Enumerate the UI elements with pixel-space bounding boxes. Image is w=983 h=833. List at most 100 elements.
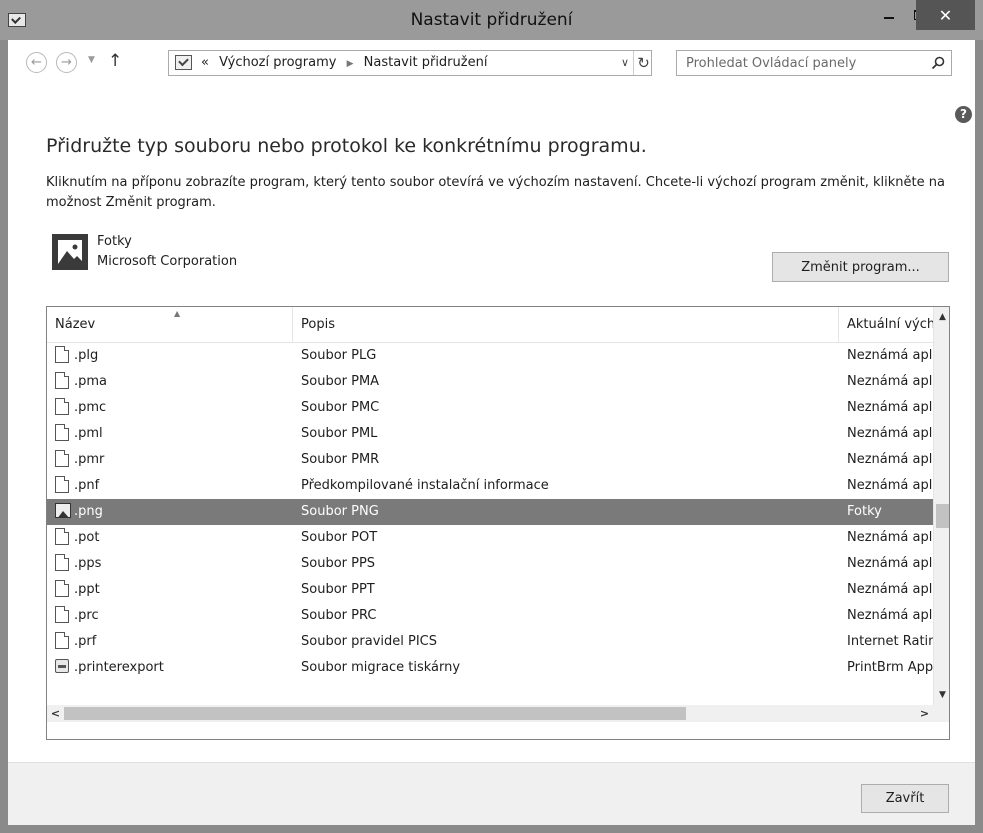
cell-description: Soubor PML <box>301 426 378 441</box>
horizontal-scroll-thumb[interactable] <box>64 707 686 720</box>
column-header-name[interactable]: Název ▲ <box>47 307 293 342</box>
cell-current-default: Neznámá aplikace <box>847 478 933 493</box>
scroll-left-icon[interactable]: < <box>47 705 64 722</box>
client-area: ← → ▼ ↑ « Výchozí programy ▶ Nastavit př… <box>8 40 975 825</box>
list-row[interactable]: .png Soubor PNG Fotky <box>47 499 933 525</box>
up-button[interactable]: ↑ <box>108 51 122 71</box>
list-row[interactable]: .pps Soubor PPS Neznámá aplikace <box>47 551 933 577</box>
extension-label: .pnf <box>74 478 100 493</box>
list-row[interactable]: .plg Soubor PLG Neznámá aplikace <box>47 343 933 369</box>
help-icon[interactable]: ? <box>955 106 972 123</box>
list-row[interactable]: .ppt Soubor PPT Neznámá aplikace <box>47 577 933 603</box>
cell-current-default: Neznámá aplikace <box>847 556 933 571</box>
file-icon <box>55 397 69 415</box>
extension-label: .printerexport <box>74 660 164 675</box>
breadcrumb-item-set-associations[interactable]: Nastavit přidružení <box>364 55 488 70</box>
cell-description: Předkompilované instalační informace <box>301 478 549 493</box>
file-icon <box>55 423 69 441</box>
cell-extension: .pmr <box>55 447 293 473</box>
address-dropdown-icon[interactable]: ∨ <box>621 56 629 69</box>
sort-ascending-icon: ▲ <box>174 309 181 318</box>
column-header-description[interactable]: Popis <box>293 307 839 342</box>
column-header-description-label: Popis <box>301 317 335 332</box>
forward-arrow-icon: → <box>61 55 72 70</box>
cell-extension: .pml <box>55 421 293 447</box>
cell-current-default: Neznámá aplikace <box>847 582 933 597</box>
vertical-scrollbar[interactable]: ▲ ▼ <box>933 307 949 705</box>
search-box[interactable] <box>676 50 952 76</box>
vertical-scroll-thumb[interactable] <box>936 504 949 528</box>
extension-label: .pmr <box>74 452 105 467</box>
list-row[interactable]: .pnf Předkompilované instalační informace… <box>47 473 933 499</box>
cell-extension: .png <box>55 499 293 525</box>
page-description: Kliknutím na příponu zobrazíte program, … <box>46 175 945 210</box>
file-icon <box>55 371 69 389</box>
list-row[interactable]: .prf Soubor pravidel PICS Internet Ratings <box>47 629 933 655</box>
extension-label: .prf <box>74 634 97 649</box>
minimize-button[interactable] <box>872 0 906 30</box>
recent-locations-button[interactable]: ▼ <box>88 55 95 65</box>
extension-label: .pma <box>74 374 108 389</box>
cell-current-default: Neznámá aplikace <box>847 374 933 389</box>
list-row[interactable]: .pot Soubor POT Neznámá aplikace <box>47 525 933 551</box>
page-title: Přidružte typ souboru nebo protokol ke k… <box>46 135 647 157</box>
search-input[interactable] <box>677 51 921 75</box>
horizontal-scrollbar[interactable]: < > <box>47 705 949 722</box>
file-icon <box>55 345 69 363</box>
close-window-button[interactable]: ✕ <box>916 0 975 30</box>
breadcrumb-item-default-programs[interactable]: Výchozí programy <box>219 55 336 70</box>
file-icon <box>55 579 69 597</box>
cell-extension: .pma <box>55 369 293 395</box>
cell-extension: .printerexport <box>55 655 293 681</box>
cell-description: Soubor POT <box>301 530 378 545</box>
list-row[interactable]: .prc Soubor PRC Neznámá aplikace <box>47 603 933 629</box>
control-panel-icon <box>175 55 192 70</box>
list-row[interactable]: .pmr Soubor PMR Neznámá aplikace <box>47 447 933 473</box>
breadcrumb-overflow[interactable]: « <box>201 55 209 70</box>
associations-list[interactable]: Název ▲ Popis Aktuální výchozí .plg Soubo… <box>46 306 950 740</box>
cell-description: Soubor PNG <box>301 504 379 519</box>
list-row[interactable]: .pml Soubor PML Neznámá aplikace <box>47 421 933 447</box>
search-icon[interactable] <box>931 56 945 70</box>
file-icon <box>55 449 69 467</box>
forward-button[interactable]: → <box>56 52 77 73</box>
cell-extension: .pot <box>55 525 293 551</box>
address-bar[interactable]: « Výchozí programy ▶ Nastavit přidružení… <box>168 50 652 76</box>
cell-extension: .prf <box>55 629 293 655</box>
scroll-up-icon[interactable]: ▲ <box>934 309 949 326</box>
window-title: Nastavit přidružení <box>410 10 573 30</box>
cell-description: Soubor PRC <box>301 608 377 623</box>
breadcrumb: « Výchozí programy ▶ Nastavit přidružení <box>201 55 487 70</box>
change-program-button[interactable]: Změnit program... <box>772 252 949 282</box>
column-header-name-label: Název <box>55 317 96 332</box>
program-name: Fotky <box>97 234 132 249</box>
list-row[interactable]: .pma Soubor PMA Neznámá aplikace <box>47 369 933 395</box>
cell-current-default: Neznámá aplikace <box>847 452 933 467</box>
cell-current-default: Neznámá aplikace <box>847 530 933 545</box>
cell-description: Soubor PMR <box>301 452 380 467</box>
cell-extension: .prc <box>55 603 293 629</box>
cell-current-default: PrintBrm Application <box>847 660 933 675</box>
extension-label: .prc <box>74 608 99 623</box>
extension-label: .pps <box>74 556 102 571</box>
refresh-button[interactable]: ↻ <box>633 51 653 75</box>
list-row[interactable]: .pmc Soubor PMC Neznámá aplikace <box>47 395 933 421</box>
list-rows: .plg Soubor PLG Neznámá aplikace .pma Soubor… <box>47 343 933 681</box>
breadcrumb-separator-icon[interactable]: ▶ <box>347 59 354 69</box>
back-arrow-icon: ← <box>31 55 42 70</box>
title-bar[interactable]: Nastavit přidružení ✕ <box>0 0 983 40</box>
cell-current-default: Neznámá aplikace <box>847 608 933 623</box>
footer: Zavřít <box>8 762 975 825</box>
cell-current-default: Fotky <box>847 504 882 519</box>
scroll-down-icon[interactable]: ▼ <box>934 687 949 704</box>
list-row[interactable]: .printerexport Soubor migrace tiskárny Pri… <box>47 655 933 681</box>
cell-description: Soubor pravidel PICS <box>301 634 437 649</box>
cell-description: Soubor PPS <box>301 556 376 571</box>
extension-label: .png <box>74 504 103 519</box>
column-header-current-default[interactable]: Aktuální výchozí <box>839 307 933 342</box>
back-button[interactable]: ← <box>26 52 47 73</box>
scroll-right-icon[interactable]: > <box>916 705 933 722</box>
cell-extension: .plg <box>55 343 293 369</box>
program-vendor: Microsoft Corporation <box>97 254 238 269</box>
close-button[interactable]: Zavřít <box>861 784 949 813</box>
